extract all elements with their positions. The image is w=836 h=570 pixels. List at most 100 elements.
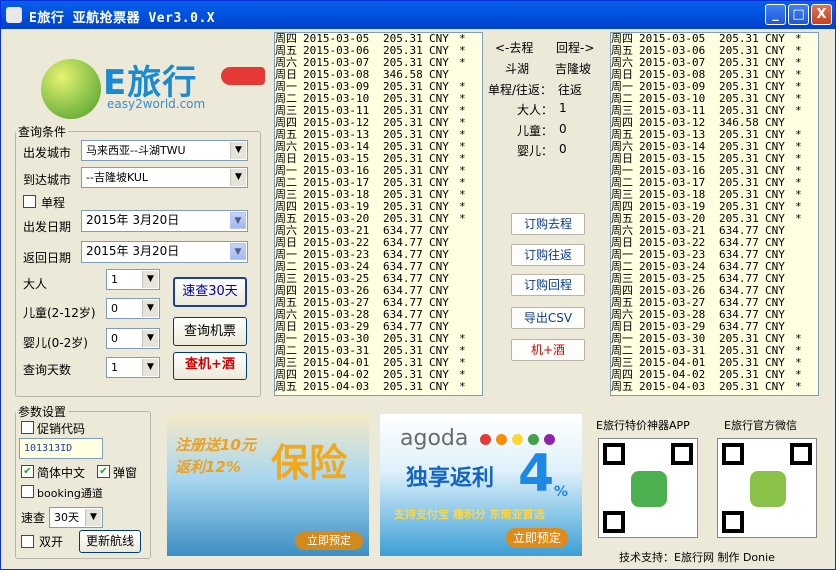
trip-type-value: 往返 <box>558 83 583 97</box>
chevron-down-icon: ▼ <box>230 142 246 159</box>
days-select[interactable]: 1 ▼ <box>106 357 160 378</box>
booking-checkbox[interactable] <box>21 485 34 498</box>
book-outbound-button[interactable]: 订购去程 <box>511 213 585 235</box>
quick-30-days-button[interactable]: 速查30天 <box>173 277 247 307</box>
minimize-button[interactable]: _ <box>765 4 786 25</box>
fare-row[interactable]: 周五 2015-04-03 205.31 CNY * <box>611 381 818 393</box>
adult-label: 大人 <box>23 277 48 291</box>
fare-currency: CNY <box>429 380 449 393</box>
trip-type-label: 单程/往返： <box>488 83 553 97</box>
params-legend: 参数设置 <box>18 405 67 419</box>
popup-label: 弹窗 <box>113 466 138 480</box>
fare-flag: * <box>795 212 802 225</box>
fare-date: 2015-04-03 <box>639 380 706 393</box>
agoda-percent: 4 <box>518 444 555 504</box>
oneway-label: 单程 <box>41 196 66 210</box>
infant-select[interactable]: 0 ▼ <box>106 328 160 349</box>
mid-infant-label: 婴儿： <box>517 144 554 158</box>
infant-value: 0 <box>111 332 118 345</box>
to-city-value: --吉隆坡KUL <box>86 171 149 184</box>
lang-checkbox[interactable]: ✔ <box>21 465 34 478</box>
depart-date-picker[interactable]: 2015年 3月20日 ▼ <box>81 210 248 232</box>
mid-adult-label: 大人： <box>517 103 554 117</box>
fare-flag: * <box>459 380 466 393</box>
speed-value: 30天 <box>54 511 79 524</box>
fare-row[interactable]: 周五 2015-04-03 205.31 CNY * <box>275 381 482 393</box>
speed-select[interactable]: 30天 ▼ <box>49 507 103 528</box>
chevron-down-icon: ▼ <box>142 359 158 376</box>
outbound-fare-list[interactable]: 周四 2015-03-05 205.31 CNY * 周五 2015-03-06 205.31… <box>274 32 483 396</box>
depart-date-value: 2015年 3月20日 <box>86 213 180 227</box>
child-select[interactable]: 0 ▼ <box>106 298 160 319</box>
to-city-select[interactable]: --吉隆坡KUL ▼ <box>81 167 248 188</box>
child-label: 儿童(2-12岁) <box>23 306 96 320</box>
fare-price: 205.31 <box>719 380 759 393</box>
mid-child-label: 儿童： <box>517 124 554 138</box>
insurance-ad-banner[interactable]: 注册送10元 返利12% 保险 立即预定 <box>167 414 369 556</box>
book-return-button[interactable]: 订购回程 <box>511 274 585 296</box>
update-routes-button[interactable]: 更新航线 <box>79 530 141 553</box>
agoda-percent-sign: % <box>554 484 569 500</box>
maximize-button[interactable]: □ <box>788 4 809 25</box>
return-date-value: 2015年 3月20日 <box>86 244 180 258</box>
app-qr-code-icon <box>598 438 698 538</box>
fare-price: 205.31 <box>383 380 423 393</box>
promo-checkbox[interactable] <box>21 421 34 434</box>
return-header: 回程-> <box>556 41 595 55</box>
mid-flight-hotel-button[interactable]: 机+酒 <box>511 339 585 361</box>
mid-child-value: 0 <box>559 122 567 136</box>
agoda-brand: agoda <box>400 426 469 451</box>
chevron-down-icon: ▼ <box>230 212 246 229</box>
promo-label: 促销代码 <box>37 422 86 436</box>
app-icon <box>6 7 22 23</box>
return-date-picker[interactable]: 2015年 3月20日 ▼ <box>81 241 248 263</box>
chevron-down-icon: ▼ <box>230 243 246 260</box>
agoda-line2: 支持支付宝 赚积分 东南亚首选 <box>394 508 545 521</box>
adult-select[interactable]: 1 ▼ <box>106 269 160 290</box>
fare-flag: * <box>795 380 802 393</box>
from-city-select[interactable]: 马来西亚--斗湖TWU ▼ <box>81 140 248 161</box>
return-date-label: 返回日期 <box>23 251 72 265</box>
fare-flag: * <box>459 56 466 69</box>
fare-currency: CNY <box>765 380 785 393</box>
mid-adult-value: 1 <box>559 101 567 115</box>
close-button[interactable]: X <box>811 4 832 25</box>
window-title: E旅行 亚航抢票器 Ver3.0.X <box>29 11 216 26</box>
fare-date: 2015-04-03 <box>303 380 370 393</box>
app-qr-label: E旅行特价神器APP <box>596 419 690 432</box>
days-value: 1 <box>111 361 118 374</box>
lang-label: 简体中文 <box>37 466 86 480</box>
chevron-down-icon: ▼ <box>142 300 158 317</box>
chevron-down-icon: ▼ <box>142 330 158 347</box>
oneway-checkbox[interactable] <box>23 195 36 208</box>
insurance-line2: 返利12% <box>175 458 241 476</box>
agoda-line1: 独享返利 <box>406 466 495 491</box>
chevron-down-icon: ▼ <box>230 169 246 186</box>
return-fare-list[interactable]: 周四 2015-03-05 205.31 CNY * 周五 2015-03-06 205.31… <box>610 32 819 396</box>
fare-weekday: 周五 <box>611 380 633 393</box>
to-city-label: 到达城市 <box>23 173 72 187</box>
promo-code-input[interactable]: 101313ID <box>19 438 103 459</box>
title-bar: E旅行 亚航抢票器 Ver3.0.X _ □ X <box>1 1 835 29</box>
popup-checkbox[interactable]: ✔ <box>97 465 110 478</box>
from-city-text: 斗湖 <box>505 62 530 76</box>
adult-value: 1 <box>111 273 118 286</box>
insurance-big-text: 保险 <box>271 441 348 485</box>
to-city-text: 吉隆坡 <box>555 62 592 76</box>
dual-open-checkbox[interactable] <box>21 535 34 548</box>
export-csv-button[interactable]: 导出CSV <box>511 307 585 329</box>
depart-date-label: 出发日期 <box>23 220 72 234</box>
fare-weekday: 周五 <box>275 380 297 393</box>
search-tickets-button[interactable]: 查询机票 <box>173 317 247 346</box>
flight-hotel-button[interactable]: 查机+酒 <box>173 352 247 380</box>
agoda-cta[interactable]: 立即预定 <box>506 528 568 548</box>
days-label: 查询天数 <box>23 363 72 377</box>
book-roundtrip-button[interactable]: 订购往返 <box>511 244 585 266</box>
airplane-icon <box>221 67 265 85</box>
fare-flag: * <box>459 212 466 225</box>
insurance-cta[interactable]: 立即预定 <box>295 532 363 550</box>
agoda-ad-banner[interactable]: agoda 独享返利 4 % 支持支付宝 赚积分 东南亚首选 立即预定 <box>380 414 582 556</box>
wechat-qr-code-icon <box>717 438 817 538</box>
child-value: 0 <box>111 302 118 315</box>
from-city-value: 马来西亚--斗湖TWU <box>86 144 186 157</box>
